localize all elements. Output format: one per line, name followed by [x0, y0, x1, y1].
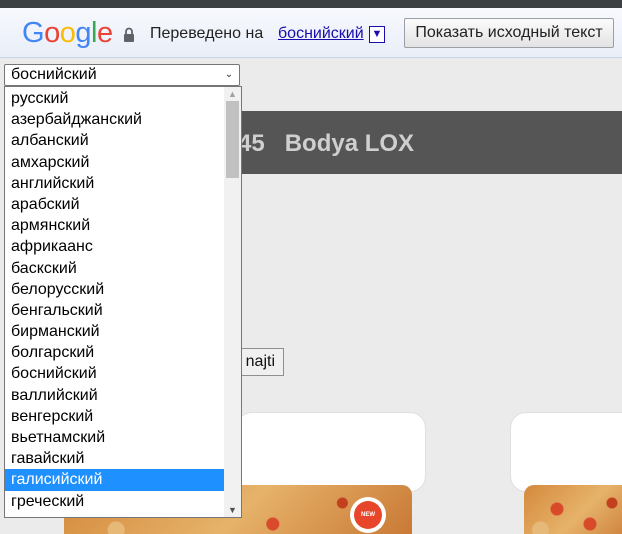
- language-option[interactable]: арабский: [5, 194, 225, 215]
- language-option[interactable]: армянский: [5, 215, 225, 236]
- new-badge: NEW: [350, 497, 386, 533]
- site-title: 45 Bodya LOX: [238, 130, 415, 157]
- dropdown-scrollbar[interactable]: ▲ ▼: [224, 87, 241, 517]
- language-option[interactable]: албанский: [5, 130, 225, 151]
- scroll-up-arrow-icon[interactable]: ▲: [224, 87, 241, 101]
- language-option[interactable]: бенгальский: [5, 300, 225, 321]
- language-option-highlighted[interactable]: галисийский: [5, 469, 225, 491]
- language-option[interactable]: баскский: [5, 258, 225, 279]
- google-logo: Google: [22, 17, 113, 49]
- scrollbar-thumb[interactable]: [226, 101, 239, 178]
- language-option[interactable]: гавайский: [5, 448, 225, 469]
- language-dropdown-list[interactable]: русский азербайджанский албанский амхарс…: [4, 86, 242, 518]
- language-option[interactable]: греческий: [5, 491, 225, 512]
- google-translate-bar: Google Переведено на боснийский ▼ Показа…: [0, 8, 622, 58]
- target-language-link[interactable]: боснийский: [278, 25, 364, 43]
- language-option[interactable]: валлийский: [5, 385, 225, 406]
- language-option[interactable]: амхарский: [5, 152, 225, 173]
- language-option[interactable]: азербайджанский: [5, 109, 225, 130]
- language-options: русский азербайджанский албанский амхарс…: [5, 88, 225, 512]
- product-card[interactable]: [236, 412, 426, 492]
- language-option[interactable]: африкаанс: [5, 236, 225, 257]
- browser-top-strip: [0, 0, 622, 8]
- language-option[interactable]: русский: [5, 88, 225, 109]
- language-option[interactable]: боснийский: [5, 363, 225, 384]
- language-select[interactable]: боснийский ⌄: [4, 64, 240, 86]
- scroll-down-arrow-icon[interactable]: ▼: [224, 503, 241, 517]
- language-option[interactable]: белорусский: [5, 279, 225, 300]
- language-option[interactable]: бирманский: [5, 321, 225, 342]
- language-option[interactable]: вьетнамский: [5, 427, 225, 448]
- language-option[interactable]: болгарский: [5, 342, 225, 363]
- language-select-value: боснийский: [11, 66, 97, 83]
- language-option[interactable]: венгерский: [5, 406, 225, 427]
- show-original-button[interactable]: Показать исходный текст: [404, 18, 614, 48]
- language-option[interactable]: английский: [5, 173, 225, 194]
- new-badge-label: NEW: [354, 501, 382, 529]
- product-card[interactable]: [510, 412, 622, 492]
- lock-icon: [124, 27, 134, 42]
- pizza-image[interactable]: [524, 485, 622, 534]
- language-dropdown-button[interactable]: ▼: [369, 26, 385, 43]
- chevron-down-icon: ⌄: [224, 69, 234, 80]
- translated-to-label: Переведено на: [150, 25, 264, 42]
